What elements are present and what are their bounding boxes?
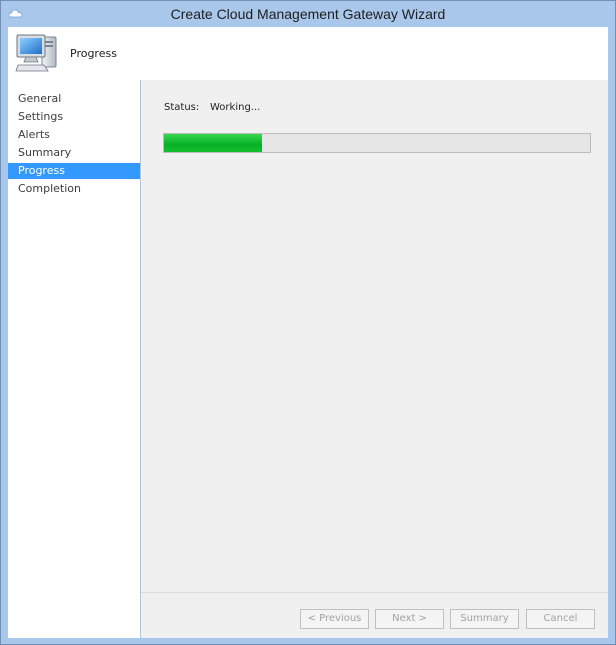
progress-bar-fill bbox=[164, 134, 262, 152]
cancel-button[interactable]: Cancel bbox=[526, 609, 595, 629]
computer-icon bbox=[14, 31, 60, 75]
wizard-window: Create Cloud Management Gateway Wizard P… bbox=[0, 0, 616, 645]
sidebar-item-alerts[interactable]: Alerts bbox=[8, 127, 140, 143]
wizard-header: Progress bbox=[8, 27, 608, 80]
status-value: Working... bbox=[210, 102, 261, 113]
progress-bar bbox=[163, 133, 591, 153]
sidebar-item-summary[interactable]: Summary bbox=[8, 145, 140, 161]
sidebar-item-completion[interactable]: Completion bbox=[8, 181, 140, 197]
page-title: Progress bbox=[70, 47, 117, 60]
sidebar-item-progress[interactable]: Progress bbox=[8, 163, 140, 179]
wizard-step-nav: General Settings Alerts Summary Progress… bbox=[8, 80, 140, 638]
summary-button[interactable]: Summary bbox=[450, 609, 519, 629]
sidebar-item-general[interactable]: General bbox=[8, 91, 140, 107]
button-bar: < Previous Next > Summary Cancel bbox=[141, 593, 608, 638]
window-title: Create Cloud Management Gateway Wizard bbox=[170, 6, 446, 22]
progress-panel: Status: Working... bbox=[141, 80, 608, 592]
sidebar-item-settings[interactable]: Settings bbox=[8, 109, 140, 125]
previous-button[interactable]: < Previous bbox=[300, 609, 369, 629]
status-label: Status: bbox=[164, 102, 200, 113]
title-bar[interactable]: Create Cloud Management Gateway Wizard bbox=[1, 1, 615, 27]
next-button[interactable]: Next > bbox=[375, 609, 444, 629]
window-bottom-edge bbox=[1, 638, 615, 644]
